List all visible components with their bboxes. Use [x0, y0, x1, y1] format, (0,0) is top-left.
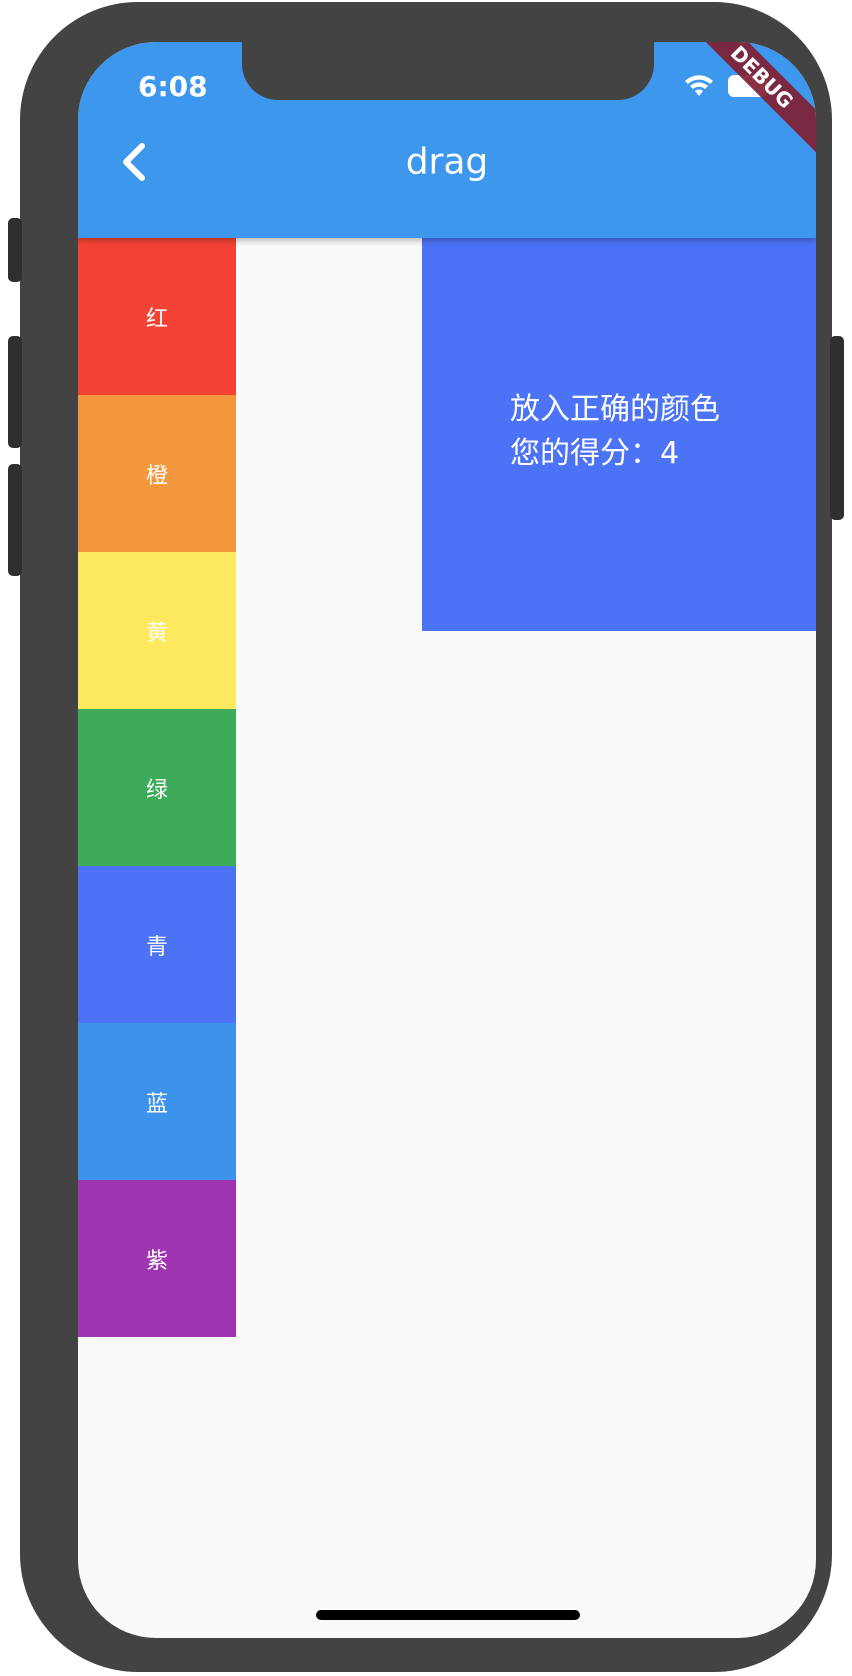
volume-up-button	[8, 336, 22, 448]
notch	[242, 42, 654, 100]
drop-target[interactable]: 放入正确的颜色 您的得分：4	[422, 238, 816, 631]
phone-frame: 6:08 drag DEBUG 红 橙 黄 绿 青 蓝 紫 放入正确的颜色 您的…	[8, 2, 844, 1672]
swatch-green[interactable]: 绿	[78, 709, 236, 866]
swatch-yellow[interactable]: 黄	[78, 552, 236, 709]
color-swatch-list: 红 橙 黄 绿 青 蓝 紫	[78, 238, 236, 1337]
page-title: drag	[405, 141, 489, 183]
score-line: 您的得分：4	[510, 432, 720, 476]
wifi-icon	[685, 75, 713, 96]
drop-prompt: 放入正确的颜色	[510, 392, 720, 427]
drop-target-text: 放入正确的颜色 您的得分：4	[510, 388, 720, 476]
volume-down-button	[8, 464, 22, 576]
swatch-red[interactable]: 红	[78, 238, 236, 395]
status-time: 6:08	[138, 70, 208, 103]
power-button	[830, 336, 844, 520]
score-value: 4	[660, 436, 680, 471]
swatch-cyan[interactable]: 青	[78, 866, 236, 1023]
swatch-orange[interactable]: 橙	[78, 395, 236, 552]
score-label: 您的得分：	[510, 436, 660, 471]
swatch-blue[interactable]: 蓝	[78, 1023, 236, 1180]
screen: 6:08 drag DEBUG 红 橙 黄 绿 青 蓝 紫 放入正确的颜色 您的…	[78, 42, 816, 1638]
swatch-purple[interactable]: 紫	[78, 1180, 236, 1337]
home-indicator[interactable]	[316, 1610, 580, 1620]
app-bar: 6:08 drag DEBUG	[78, 42, 816, 238]
mute-switch	[8, 218, 22, 282]
